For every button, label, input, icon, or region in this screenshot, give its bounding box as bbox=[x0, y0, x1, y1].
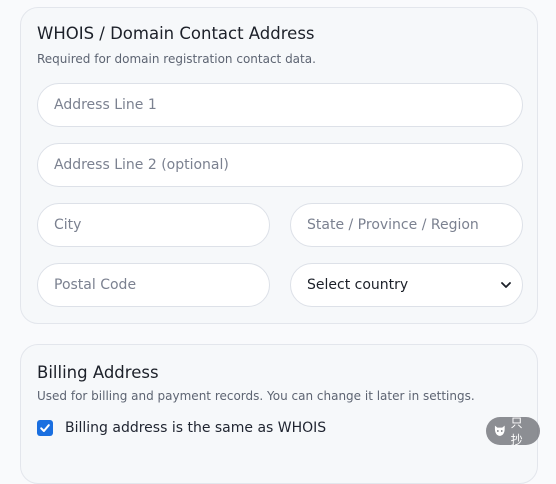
billing-address-section: Billing Address Used for billing and pay… bbox=[20, 344, 538, 484]
cat-icon bbox=[494, 425, 505, 436]
address-line2-input[interactable] bbox=[37, 143, 523, 187]
overlay-badge[interactable]: 只抄 bbox=[486, 416, 540, 447]
overlay-badge-text: 只抄 bbox=[510, 416, 523, 447]
country-select[interactable]: Select country bbox=[290, 263, 523, 307]
billing-section-subtitle: Used for billing and payment records. Yo… bbox=[37, 389, 475, 403]
billing-section-title: Billing Address bbox=[37, 363, 159, 382]
same-as-whois-row[interactable]: Billing address is the same as WHOIS bbox=[37, 419, 326, 437]
city-input[interactable] bbox=[37, 203, 270, 247]
same-as-whois-label: Billing address is the same as WHOIS bbox=[65, 420, 327, 436]
whois-address-section: WHOIS / Domain Contact Address Required … bbox=[20, 7, 538, 324]
same-as-whois-checkbox[interactable] bbox=[37, 420, 53, 436]
state-province-region-input[interactable] bbox=[290, 203, 523, 247]
whois-section-title: WHOIS / Domain Contact Address bbox=[37, 24, 315, 43]
whois-section-subtitle: Required for domain registration contact… bbox=[37, 52, 316, 66]
checkmark-icon bbox=[40, 424, 50, 432]
postal-code-input[interactable] bbox=[37, 263, 270, 307]
address-line1-input[interactable] bbox=[37, 83, 523, 127]
